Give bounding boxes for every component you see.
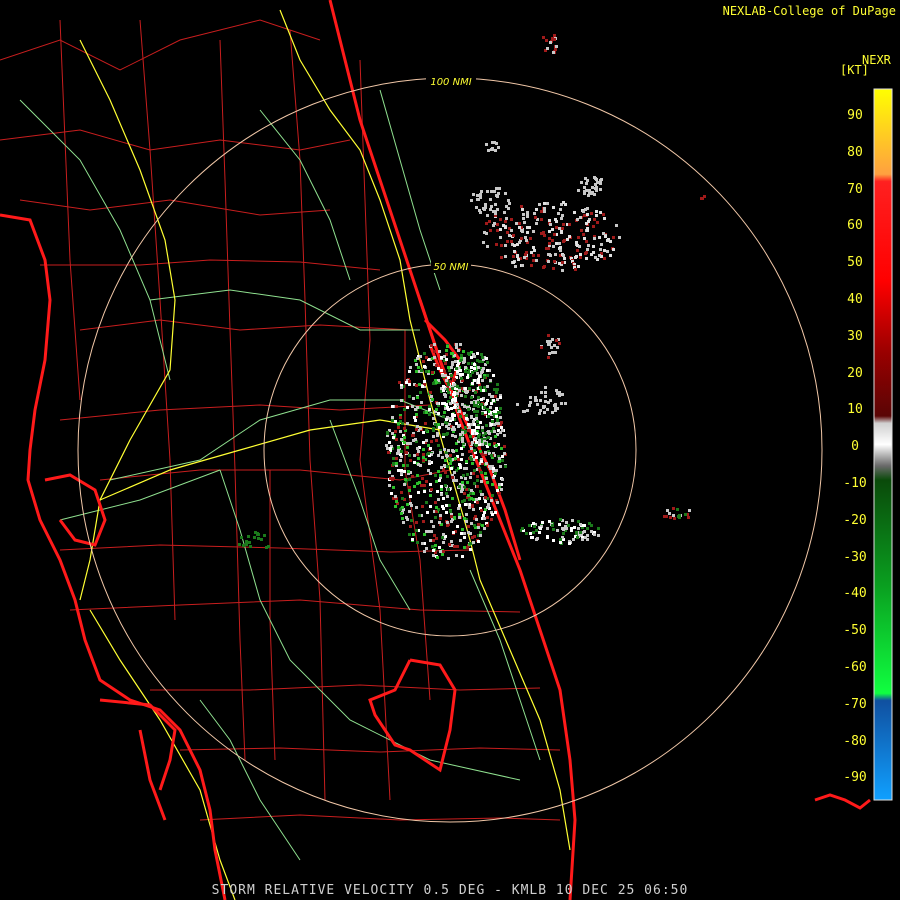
legend-tick-label: 60 [847, 218, 863, 234]
legend-tick-label: -40 [843, 586, 867, 602]
legend-tick-label: 10 [847, 402, 863, 418]
radar-map: 100 NMI 50 NMI [0, 0, 893, 900]
legend-tick-label: 30 [847, 328, 863, 344]
credit-label: NEXLAB-College of DuPage [722, 4, 896, 18]
ring-label-50: 50 NMI [434, 262, 469, 273]
legend-tick-label: -90 [843, 770, 867, 786]
radar-echoes [238, 34, 706, 560]
legend-tick-label: 20 [847, 365, 863, 381]
legend-tick-label: -70 [843, 696, 867, 712]
product-title: STORM RELATIVE VELOCITY 0.5 DEG - KMLB 1… [211, 883, 689, 898]
velocity-colorbar [873, 88, 893, 801]
legend-tick-label: 50 [847, 255, 863, 271]
legend-tick-label: -80 [843, 733, 867, 749]
legend-tick-label: -30 [843, 549, 867, 565]
legend-tick-label: -20 [843, 512, 867, 528]
legend-tick-label: -10 [843, 476, 867, 491]
ring-label-100: 100 NMI [430, 77, 471, 88]
legend-tick-label: 70 [847, 181, 863, 197]
legend-tick-label: -60 [843, 660, 867, 675]
coastline [0, 0, 871, 900]
legend-tick-label: 40 [847, 292, 863, 307]
legend-unit-label: [KT] [840, 63, 869, 77]
legend-tick-label: 0 [851, 439, 859, 455]
legend-tick-label: -50 [843, 623, 867, 639]
legend-tick-label: 90 [847, 108, 863, 123]
legend-tick-label: 80 [847, 144, 863, 160]
